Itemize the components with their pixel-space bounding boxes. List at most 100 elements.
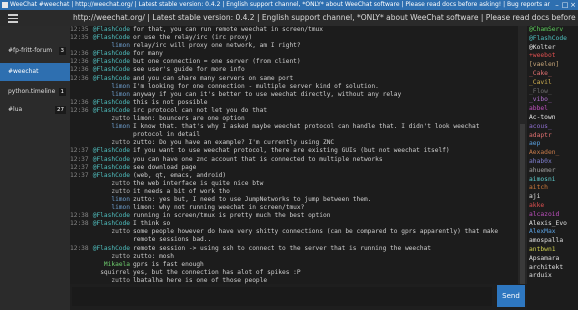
message-nick[interactable]: Mikaela	[86, 261, 133, 269]
message-nick[interactable]: @FlashCode	[86, 245, 133, 253]
message-nick[interactable]: @FlashCode	[86, 34, 133, 42]
message-nick[interactable]: @FlashCode	[86, 164, 133, 172]
message-nick[interactable]: @FlashCode	[86, 66, 133, 74]
nick-item[interactable]: acous_	[527, 123, 578, 132]
message-nick[interactable]: limon	[86, 42, 133, 50]
nick-item[interactable]: aep	[527, 140, 578, 149]
nick-item[interactable]: abbel	[527, 105, 578, 114]
message-text: or use the relay/irc (irc proxy)	[133, 34, 253, 42]
nick-item[interactable]: akke	[527, 202, 578, 211]
chat-line: 12:38 @FlashCode running in screen/tmux is…	[70, 212, 518, 220]
message-nick[interactable]: @FlashCode	[86, 172, 133, 180]
message-nick[interactable]: squirrel	[86, 269, 133, 277]
chat-line: 12:36 @FlashCode but one connection = one …	[70, 58, 518, 66]
chat-line: 12:36 @FlashCode and you can share many se…	[70, 75, 518, 83]
message-nick[interactable]: zutto	[86, 180, 133, 188]
chat-line: 12:37 @FlashCode you can have one znc acco…	[70, 156, 518, 164]
nick-item[interactable]: ahuemer	[527, 167, 578, 176]
menu-button[interactable]	[0, 10, 70, 26]
send-button[interactable]: Send	[497, 285, 525, 307]
message-nick[interactable]: @FlashCode	[86, 99, 133, 107]
chat-line: 12:35 @FlashCode or use the relay/irc (irc…	[70, 34, 518, 42]
nick-item[interactable]: @FlashCode	[527, 35, 578, 44]
message-nick[interactable]: @FlashCode	[86, 26, 133, 34]
nick-list[interactable]: @ChamServ @FlashCode @Kolter +weebot [vaelen…	[527, 26, 578, 310]
nick-item[interactable]: AlexMax	[527, 228, 578, 237]
buffer-item[interactable]: #lua 27	[0, 101, 70, 119]
nick-item[interactable]: _Flow_	[527, 88, 578, 97]
nick-item[interactable]: amospalla	[527, 237, 578, 246]
maximize-icon[interactable]: □	[561, 0, 569, 10]
message-nick[interactable]: limon	[86, 91, 133, 99]
message-text: zutto: Do you have an example? I'm curre…	[133, 139, 335, 147]
message-nick[interactable]: zutto	[86, 115, 133, 123]
chat-line: limon zutto: yes but, I need to use JumpN…	[70, 196, 518, 204]
message-nick[interactable]: limon	[86, 83, 133, 91]
message-text: I'm looking for one connection - multipl…	[133, 82, 379, 90]
window-titlebar: WeeChat #weechat | http://weechat.org/ |…	[0, 0, 578, 10]
close-icon[interactable]: ×	[569, 0, 577, 10]
nick-item[interactable]: aimosni	[527, 176, 578, 185]
nick-item[interactable]: @ChamServ	[527, 26, 578, 35]
message-nick[interactable]: @FlashCode	[86, 147, 133, 155]
message-nick[interactable]: zutto	[86, 253, 133, 261]
buffer-item[interactable]: #fp-fritt-forum 3	[0, 42, 70, 60]
nick-item[interactable]: +weebot	[527, 52, 578, 61]
message-nick[interactable]: zutto	[86, 188, 133, 196]
message-nick[interactable]: @FlashCode	[86, 107, 133, 115]
timestamp: 12:37	[70, 163, 89, 171]
nick-item[interactable]: antbwn1	[527, 246, 578, 255]
message-text: remote sessions bad..	[133, 236, 212, 244]
message-nick[interactable]: @FlashCode	[86, 75, 133, 83]
nick-item[interactable]: _Cake_	[527, 70, 578, 79]
buffer-item[interactable]: python.timeline 1	[0, 83, 70, 101]
buffer-item-active[interactable]: #weechat	[0, 63, 70, 81]
message-text: protocol in detail	[133, 131, 201, 139]
nick-item[interactable]: aji	[527, 193, 578, 202]
timestamp: 12:37	[70, 147, 89, 155]
message-nick[interactable]: @FlashCode	[86, 58, 133, 66]
nick-item[interactable]: adaptr	[527, 132, 578, 141]
message-text: relay/irc will proxy one network, am I r…	[133, 42, 301, 50]
message-text: limon: bouncers are one option	[133, 115, 245, 123]
message-nick[interactable]: limon	[86, 204, 133, 212]
nick-item[interactable]: Aexaden_	[527, 149, 578, 158]
message-nick[interactable]: @FlashCode	[86, 50, 133, 58]
message-nick[interactable]: zutto	[86, 139, 133, 147]
message-nick[interactable]: @FlashCode	[86, 212, 133, 220]
nick-item[interactable]: arduix	[527, 272, 578, 281]
chat-line: limon limon: why not running weechat in s…	[70, 204, 518, 212]
message-nick[interactable]: @FlashCode	[86, 220, 133, 228]
message-nick[interactable]: limon	[86, 123, 133, 131]
nick-item[interactable]: Apsamara	[527, 255, 578, 264]
scrollbar-thumb[interactable]	[520, 124, 525, 284]
nick-item[interactable]: @Kolter	[527, 44, 578, 53]
nick-item[interactable]: aitch	[527, 184, 578, 193]
chat-line: 12:37 @FlashCode (web, qt, emacs, android)	[70, 172, 518, 180]
unread-badge: 1	[58, 88, 66, 96]
minimize-icon[interactable]: –	[553, 0, 561, 10]
message-nick[interactable]: limon	[86, 196, 133, 204]
message-text: some people however do have very shitty …	[133, 228, 499, 236]
message-nick[interactable]: @FlashCode	[86, 156, 133, 164]
unread-badge: 27	[55, 106, 66, 114]
message-text: gprs is fast enough	[133, 260, 204, 268]
nick-item[interactable]: Ac-town	[527, 114, 578, 123]
nick-item[interactable]: [vaelen]	[527, 61, 578, 70]
nick-item[interactable]: architekt	[527, 264, 578, 273]
nick-item[interactable]: alcazoid	[527, 211, 578, 220]
nick-item[interactable]: ahab0x	[527, 158, 578, 167]
chat-log[interactable]: 12:35 @FlashCode for that, you can run rem…	[70, 26, 518, 284]
timestamp: 12:36	[70, 98, 89, 106]
message-text: lbatalha here is one of those people	[133, 276, 268, 284]
message-text: limon: why not running weechat in screen…	[133, 204, 305, 212]
timestamp: 12:38	[70, 220, 89, 228]
message-nick[interactable]: zutto	[86, 277, 133, 284]
chat-scrollbar[interactable]	[518, 26, 527, 284]
nick-item[interactable]: _Cavil	[527, 79, 578, 88]
timestamp: 12:37	[70, 155, 89, 163]
nick-item[interactable]: _vibo_	[527, 96, 578, 105]
message-input[interactable]	[72, 287, 492, 306]
nick-item[interactable]: Alexis_Evo	[527, 220, 578, 229]
message-nick[interactable]: zutto	[86, 228, 133, 236]
